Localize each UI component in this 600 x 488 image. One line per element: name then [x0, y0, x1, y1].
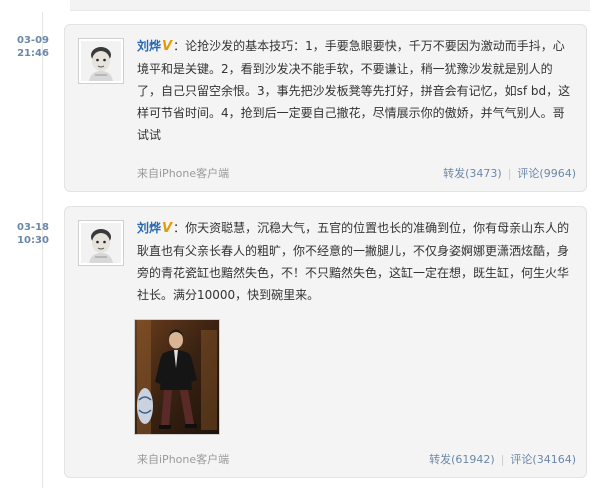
baby-avatar-icon — [81, 41, 121, 81]
post-source[interactable]: 来自iPhone客户端 — [137, 164, 229, 184]
post-timestamp: 03-09 21:46 — [10, 34, 56, 60]
post-time: 10:30 — [17, 235, 49, 246]
post-content: 刘烨V：论抢沙发的基本技巧：1，手要急眼要快，千万不要因为激动而手抖，心境平和是… — [137, 35, 576, 146]
post-time: 21:46 — [17, 48, 49, 59]
avatar[interactable] — [78, 38, 124, 84]
post-card: 刘烨V：论抢沙发的基本技巧：1，手要急眼要快，千万不要因为激动而手抖，心境平和是… — [64, 24, 587, 192]
post-source[interactable]: 来自iPhone客户端 — [137, 450, 229, 470]
previous-post-edge — [70, 0, 590, 11]
post-actions: 转发(61942) | 评论(34164) — [429, 450, 576, 470]
post-footer: 来自iPhone客户端 转发(61942) | 评论(34164) — [137, 450, 576, 470]
author-name[interactable]: 刘烨 — [137, 221, 161, 235]
vip-badge-icon[interactable]: V — [162, 218, 172, 240]
action-separator: | — [507, 167, 512, 180]
post-content: 刘烨V：你天资聪慧，沉稳大气，五官的位置也长的准确到位，你有母亲山东人的耿直也有… — [137, 217, 576, 306]
post-text: ：论抢沙发的基本技巧：1，手要急眼要快，千万不要因为激动而手抖，心境平和是关键。… — [137, 39, 571, 142]
man-portrait-icon — [135, 320, 219, 434]
post-actions: 转发(3473) | 评论(9964) — [443, 164, 576, 184]
post-card: 刘烨V：你天资聪慧，沉稳大气，五官的位置也长的准确到位，你有母亲山东人的耿直也有… — [64, 206, 587, 478]
avatar[interactable] — [78, 220, 124, 266]
author-name[interactable]: 刘烨 — [137, 39, 161, 53]
post-date: 03-18 — [17, 222, 49, 233]
vip-badge-icon[interactable]: V — [162, 36, 172, 58]
repost-link[interactable]: 转发(61942) — [429, 453, 495, 466]
post-timestamp: 03-18 10:30 — [10, 221, 56, 247]
post-footer: 来自iPhone客户端 转发(3473) | 评论(9964) — [137, 164, 576, 184]
post-date: 03-09 — [17, 35, 49, 46]
comment-link[interactable]: 评论(9964) — [517, 167, 576, 180]
timeline-line — [42, 12, 43, 488]
action-separator: | — [500, 453, 505, 466]
baby-avatar-icon — [81, 223, 121, 263]
comment-link[interactable]: 评论(34164) — [510, 453, 576, 466]
post-photo[interactable] — [134, 319, 220, 435]
repost-link[interactable]: 转发(3473) — [443, 167, 502, 180]
post-text: ：你天资聪慧，沉稳大气，五官的位置也长的准确到位，你有母亲山东人的耿直也有父亲长… — [137, 221, 570, 302]
